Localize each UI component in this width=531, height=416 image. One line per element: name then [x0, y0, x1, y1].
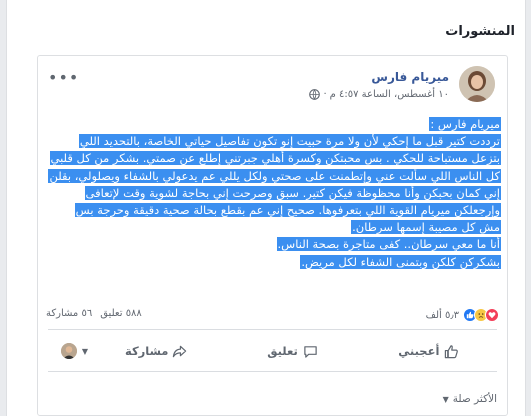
- comment-label: تعليق: [267, 344, 298, 358]
- thumbs-up-icon: [445, 344, 459, 358]
- post-text-line: مش كل مصيبة إسمها سرطان.: [351, 220, 501, 235]
- post-text-line: ترددت كتير قبل ما إحكي لأن ولا مرة حبيت …: [78, 134, 501, 149]
- meta-separator: ·: [323, 89, 327, 100]
- post-meta: ١٠ أغسطس، الساعة ٤:٥٧ م ·: [309, 89, 449, 100]
- audience-selector[interactable]: ▼: [48, 343, 88, 359]
- reaction-icons: [463, 308, 499, 322]
- divider: [48, 329, 497, 330]
- post-text-line: وإرجعلكن ميريام القوية اللي بتعرفوها. صح…: [74, 203, 501, 218]
- section-title: المنشورات: [445, 24, 515, 39]
- caret-down-icon: ▼: [81, 346, 89, 356]
- stats-counts: ٥٨٨ تعليق ٥٦ مشاركة: [46, 308, 142, 319]
- actions-row: أعجبني تعليق مشاركة ▼: [48, 336, 497, 366]
- avatar-image: [459, 66, 495, 102]
- stats-row: ٥٫٣ ألف ٥٨٨ تعليق ٥٦ مشاركة: [46, 308, 499, 326]
- reactions-summary[interactable]: ٥٫٣ ألف: [426, 308, 499, 322]
- post-text: ميريام فارس : ترددت كتير قبل ما إحكي لأن…: [43, 116, 501, 271]
- shares-count[interactable]: ٥٦ مشاركة: [46, 308, 92, 319]
- post-card: ••• ميريام فارس ١٠ أغسطس، الساعة ٤:٥٧ م …: [37, 55, 508, 416]
- post-text-line: بتزعل مستباحة للحكي . بس محبتكن وكسرة أه…: [49, 151, 501, 166]
- share-icon: [173, 345, 187, 357]
- viewer-avatar: [60, 343, 77, 359]
- reactions-count[interactable]: ٥٫٣ ألف: [426, 310, 459, 321]
- caret-down-icon: ▼: [442, 394, 449, 404]
- sort-label: الأكثر صلة: [452, 393, 497, 405]
- like-label: أعجبني: [398, 344, 440, 358]
- share-label: مشاركة: [124, 344, 169, 358]
- share-button[interactable]: مشاركة: [88, 344, 224, 359]
- comment-sort-dropdown[interactable]: الأكثر صلة ▼: [443, 393, 497, 405]
- globe-icon[interactable]: [309, 89, 321, 100]
- post-text-line: إني كمان بحبكن وأنا محظوظة فيكن كتير. سب…: [84, 185, 501, 200]
- comment-button[interactable]: تعليق: [224, 344, 360, 359]
- comment-icon: [304, 345, 317, 358]
- page-frame: المنشورات ••• ميريام فارس ١٠ أغسطس، السا…: [6, 0, 526, 416]
- post-text-line: كل الناس اللي سألت عني وإتطمنت على صحتي …: [48, 168, 501, 183]
- heart-icon: [485, 308, 499, 322]
- divider: [48, 371, 497, 372]
- post-text-line: ميريام فارس :: [429, 117, 501, 131]
- post-text-line: أنا ما معي سرطان.. كفى متاجرة بصحة الناس…: [276, 237, 501, 252]
- avatar[interactable]: [459, 66, 495, 102]
- share-group: مشاركة: [125, 344, 187, 359]
- post-text-line: بشكركن كلكن وبتمنى الشفاء لكل مريض.: [300, 254, 501, 269]
- post-timestamp[interactable]: ١٠ أغسطس، الساعة ٤:٥٧ م: [330, 89, 449, 100]
- ellipsis-icon[interactable]: •••: [48, 68, 79, 87]
- author-name[interactable]: ميريام فارس: [371, 70, 449, 84]
- like-button[interactable]: أعجبني: [361, 344, 497, 359]
- comments-count[interactable]: ٥٨٨ تعليق: [100, 308, 142, 319]
